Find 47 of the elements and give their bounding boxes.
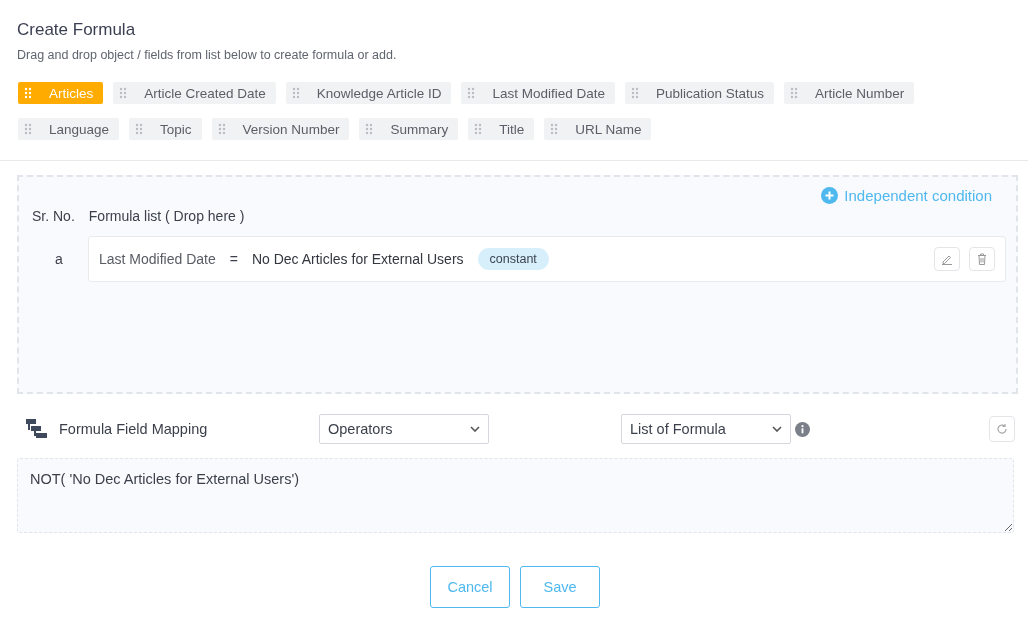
field-chip[interactable]: Version Number (211, 118, 350, 140)
refresh-button[interactable] (989, 416, 1015, 442)
chevron-down-icon (772, 426, 782, 432)
hierarchy-icon (26, 419, 48, 439)
formula-expression-field[interactable]: NOT( 'No Dec Articles for External Users') (17, 458, 1014, 533)
field-chip[interactable]: Summary (359, 118, 459, 140)
field-chip[interactable]: Article Number (784, 82, 915, 104)
drag-handle-icon (291, 87, 300, 99)
field-chip[interactable]: Title (468, 118, 535, 140)
column-header: Formula list ( Drop here ) (88, 208, 245, 224)
page-subtitle: Drag and drop object / fields from list below to create formula or add. (17, 48, 398, 62)
refresh-icon (996, 423, 1008, 435)
field-chip[interactable]: Knowledge Article ID (285, 82, 452, 104)
drag-handle-icon (790, 87, 799, 99)
row-index: a (54, 251, 64, 267)
drag-handle-icon (630, 87, 639, 99)
field-chip[interactable]: URL Name (544, 118, 652, 140)
formula-value: No Dec Articles for External Users (251, 251, 464, 267)
drag-handle-icon (24, 123, 32, 135)
column-header: Sr. No. (32, 208, 75, 224)
drag-handle-icon (135, 123, 144, 135)
drag-handle-icon (550, 123, 559, 135)
page-title: Create Formula (17, 20, 137, 40)
delete-button[interactable] (969, 247, 995, 271)
field-chip[interactable]: Last Modified Date (461, 82, 615, 104)
edit-button[interactable] (934, 247, 960, 271)
pencil-icon (941, 253, 953, 265)
drag-handle-icon (217, 123, 226, 135)
formula-operator: = (229, 251, 238, 267)
drag-handle-icon (474, 123, 483, 135)
drag-handle-icon (119, 87, 128, 99)
field-chip[interactable]: Topic (129, 118, 202, 140)
plus-circle-icon (821, 187, 839, 204)
field-chip[interactable]: Language (18, 118, 120, 140)
formula-list-dropdown[interactable]: List of Formula (621, 414, 791, 444)
mapping-label: Formula Field Mapping (59, 421, 208, 437)
constant-tag: constant (477, 248, 549, 270)
info-icon[interactable] (795, 421, 810, 437)
formula-field: Last Modified Date (99, 251, 216, 267)
drag-handle-icon (467, 87, 476, 99)
chevron-down-icon (470, 426, 480, 432)
field-chip[interactable]: Article Created Date (113, 82, 276, 104)
drag-handle-icon (24, 87, 32, 99)
field-chip[interactable]: Publication Status (624, 82, 775, 104)
drag-handle-icon (365, 123, 374, 135)
operators-dropdown[interactable]: Operators (319, 414, 489, 444)
trash-icon (977, 253, 987, 265)
